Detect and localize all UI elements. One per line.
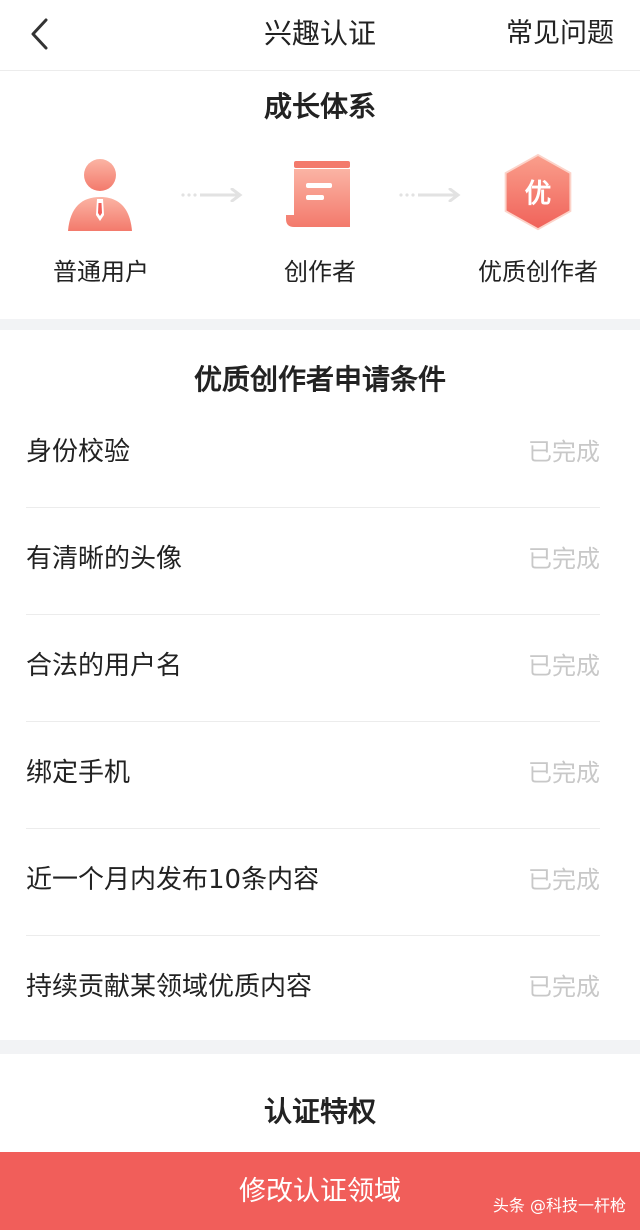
growth-system-section: 成长体系 普通用户 创作者 优 优质创作者	[0, 71, 640, 319]
privileges-section: 认证特权	[0, 1054, 640, 1152]
condition-label: 身份校验	[26, 437, 131, 467]
watermark: 头条 @科技一杆枪	[492, 1196, 626, 1215]
conditions-section: 优质创作者申请条件 身份校验 已完成 有清晰的头像 已完成 合法的用户名 已完成…	[0, 330, 640, 1040]
document-icon	[286, 161, 350, 227]
premium-badge-icon: 优	[504, 153, 572, 231]
condition-label: 持续贡献某领域优质内容	[26, 972, 313, 1002]
condition-status: 已完成	[528, 973, 600, 1001]
section-divider	[0, 1040, 640, 1054]
condition-status: 已完成	[528, 545, 600, 573]
privileges-title: 认证特权	[263, 1095, 376, 1128]
section-divider	[0, 319, 640, 330]
faq-link[interactable]: 常见问题	[506, 14, 614, 54]
condition-status: 已完成	[528, 652, 600, 680]
premium-badge-text: 优	[525, 179, 552, 210]
arrow-right-icon	[399, 188, 461, 202]
step-label-creator: 创作者	[284, 258, 356, 286]
condition-status: 已完成	[528, 438, 600, 466]
step-label-user: 普通用户	[53, 258, 149, 286]
condition-label: 合法的用户名	[26, 651, 183, 681]
condition-row: 绑定手机 已完成	[26, 721, 600, 829]
step-label-premium-creator: 优质创作者	[478, 258, 598, 286]
condition-row: 合法的用户名 已完成	[26, 614, 600, 722]
condition-status: 已完成	[528, 866, 600, 894]
condition-row: 近一个月内发布10条内容 已完成	[26, 828, 600, 936]
modify-domain-button[interactable]: 修改认证领域	[0, 1152, 640, 1230]
condition-label: 近一个月内发布10条内容	[26, 865, 320, 895]
condition-label: 有清晰的头像	[26, 544, 183, 574]
condition-row: 持续贡献某领域优质内容 已完成	[26, 935, 600, 1042]
user-icon	[68, 159, 132, 231]
nav-bar: 兴趣认证 常见问题	[0, 0, 640, 71]
condition-label: 绑定手机	[26, 758, 131, 788]
condition-status: 已完成	[528, 759, 600, 787]
growth-title: 成长体系	[263, 90, 376, 123]
condition-row: 身份校验 已完成	[26, 400, 600, 508]
arrow-right-icon	[181, 188, 243, 202]
condition-row: 有清晰的头像 已完成	[26, 507, 600, 615]
conditions-title: 优质创作者申请条件	[193, 363, 446, 396]
